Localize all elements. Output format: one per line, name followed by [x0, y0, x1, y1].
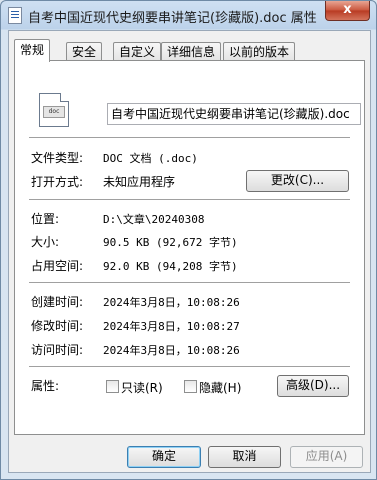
ok-button[interactable]: 确定	[127, 446, 201, 468]
size-label: 大小:	[31, 235, 60, 249]
hidden-label[interactable]: 隐藏(H)	[199, 379, 241, 396]
size-on-disk-value: 92.0 KB (94,208 字节)	[103, 260, 238, 273]
location-label: 位置:	[31, 212, 60, 226]
properties-window: 自考中国近现代史纲要串讲笔记(珍藏版).doc 属性 x 常规 安全 自定义 详…	[0, 0, 377, 480]
divider	[29, 199, 350, 200]
opens-with-value: 未知应用程序	[103, 175, 176, 189]
file-type-label: 文件类型:	[31, 151, 84, 165]
tab-previous-versions[interactable]: 以前的版本	[223, 42, 296, 61]
advanced-button[interactable]: 高级(D)...	[277, 375, 349, 397]
location-value: D:\文章\20240308	[103, 213, 205, 226]
accessed-value: 2024年3月8日，10:08:26	[103, 344, 240, 357]
divider	[29, 366, 350, 367]
tab-details[interactable]: 详细信息	[161, 42, 222, 61]
tab-general[interactable]: 常规	[14, 39, 51, 62]
readonly-checkbox[interactable]	[106, 380, 119, 393]
created-label: 创建时间:	[31, 295, 84, 309]
window-title: 自考中国近现代史纲要串讲笔记(珍藏版).doc 属性	[28, 11, 317, 26]
word-document-icon: doc	[39, 93, 69, 127]
modified-label: 修改时间:	[31, 319, 84, 333]
title-bar[interactable]: 自考中国近现代史纲要串讲笔记(珍藏版).doc 属性 x	[1, 1, 376, 29]
hidden-checkbox[interactable]	[184, 380, 197, 393]
created-value: 2024年3月8日，10:08:26	[103, 296, 240, 309]
general-panel: doc 自考中国近现代史纲要串讲笔记(珍藏版).doc 文件类型: DOC 文档…	[14, 60, 365, 435]
document-icon	[8, 7, 22, 24]
file-icon-label: doc	[43, 106, 65, 118]
apply-button[interactable]: 应用(A)	[290, 446, 363, 468]
file-type-value: DOC 文档 (.doc)	[103, 152, 198, 165]
readonly-label[interactable]: 只读(R)	[121, 379, 163, 396]
opens-with-label: 打开方式:	[31, 175, 84, 189]
file-name-field[interactable]: 自考中国近现代史纲要串讲笔记(珍藏版).doc	[107, 103, 361, 125]
size-on-disk-label: 占用空间:	[31, 259, 84, 273]
size-value: 90.5 KB (92,672 字节)	[103, 236, 238, 249]
cancel-button[interactable]: 取消	[208, 446, 281, 468]
close-button[interactable]: x	[325, 1, 370, 21]
tab-custom[interactable]: 自定义	[113, 42, 162, 61]
modified-value: 2024年3月8日，10:08:27	[103, 320, 240, 333]
change-button[interactable]: 更改(C)...	[246, 170, 349, 192]
divider	[29, 282, 350, 283]
dialog-client: 常规 安全 自定义 详细信息 以前的版本 doc 自考中国近现代史纲要串讲笔记(…	[8, 30, 371, 473]
tab-security[interactable]: 安全	[66, 42, 103, 61]
attributes-label: 属性:	[31, 379, 60, 393]
accessed-label: 访问时间:	[31, 343, 84, 357]
divider	[29, 137, 350, 138]
